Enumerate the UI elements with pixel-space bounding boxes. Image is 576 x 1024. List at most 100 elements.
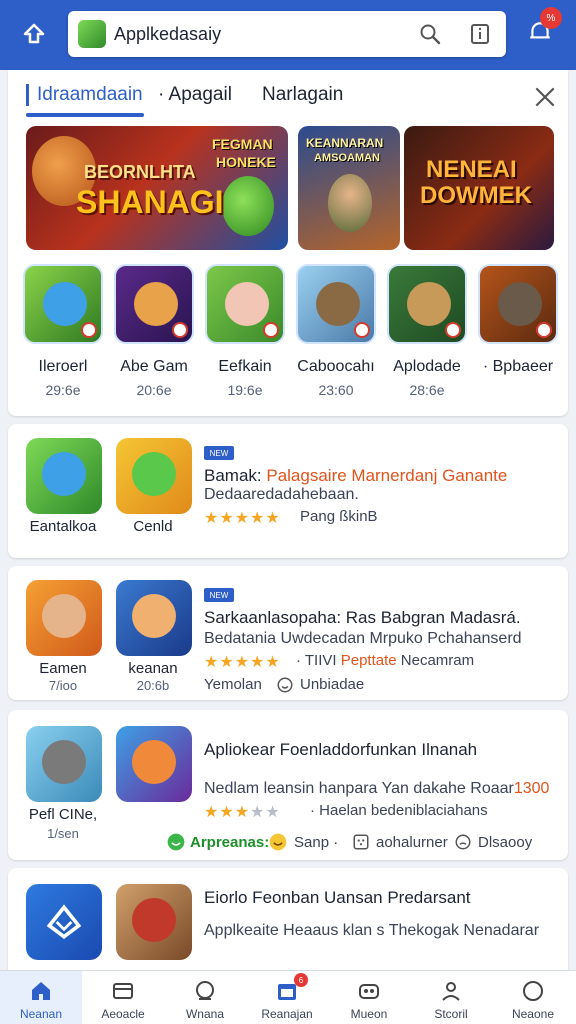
close-icon[interactable]: [532, 84, 558, 110]
banner-3-line-1: NENEAI: [426, 156, 517, 183]
meta-suffix: Necamram: [396, 652, 475, 669]
featured-game[interactable]: Abe Gam 20:6e: [109, 264, 199, 398]
chip-4[interactable]: Dlsaooy: [478, 834, 532, 851]
chip-2[interactable]: Sanp ·: [294, 834, 338, 851]
app-icon: [26, 726, 102, 802]
top-bar: Applkedasaiy %: [0, 0, 576, 70]
chip-1[interactable]: Arpreanas:: [190, 834, 269, 851]
search-icon[interactable]: [418, 22, 442, 46]
app-list-card-4[interactable]: Eiorlo Feonban Uansan Predarsant Applkea…: [8, 868, 568, 978]
app-title: Eiorlo Feonban Uansan Predarsant: [204, 888, 471, 907]
app-icon: [26, 884, 102, 960]
game-size: 19:6e: [227, 382, 263, 398]
meta-prefix: · TIIVI: [296, 652, 341, 669]
app-sub: 20:6b: [136, 678, 170, 693]
game-size: 29:6e: [45, 382, 81, 398]
game-name: · Bpbaeer: [482, 358, 554, 375]
featured-game[interactable]: · Bpbaeer: [473, 264, 563, 382]
banner-2[interactable]: KEANNARAN AMSOAMAN: [298, 126, 400, 250]
app-label: Eamen: [39, 660, 87, 677]
grid-icon: [353, 834, 369, 850]
featured-game[interactable]: Ilerоеrl 29:6e: [18, 264, 108, 398]
nav-item-calendar[interactable]: 6 Reanajan: [246, 971, 328, 1024]
cactus-mascot-image: [222, 176, 274, 236]
app-icon: [26, 438, 102, 514]
game-size: 28:6e: [409, 382, 445, 398]
nav-label: Wnana: [185, 1007, 225, 1021]
game-thumbnail: [114, 264, 194, 344]
meta-highlight: Pepttate: [340, 652, 397, 669]
app-sub: 7/ioo: [48, 678, 78, 693]
banner-1[interactable]: BEORNLHTA SHANAGI FEGMAN HONEKE: [26, 126, 288, 250]
app-description: Dedaaredadahebaan.: [204, 486, 359, 503]
tab-2[interactable]: · Apagail: [158, 84, 232, 106]
banner-2-line-1: KEANNARAN: [306, 136, 384, 150]
new-tag: NEW: [204, 588, 234, 602]
category-tabs: Idraamdaain · Apagail Narlagain: [8, 82, 568, 118]
nav-item-chat[interactable]: Wnana: [164, 971, 246, 1024]
chip-3[interactable]: aohalurner: [376, 834, 448, 851]
game-thumbnail: [478, 264, 558, 344]
active-tab-indicator: [26, 113, 144, 117]
title-highlight: Palagsaire Marnerdanj Ganante: [266, 466, 508, 485]
search-bar[interactable]: Applkedasaiy: [68, 11, 506, 57]
nav-label: Aeoacle: [101, 1007, 145, 1021]
app-title: Apliokear Foenladdorfunkan Ilnanah: [204, 740, 478, 759]
game-icon: [359, 984, 379, 999]
nav-label: Neaone: [511, 1007, 555, 1021]
desc-prefix: Nedlam leansin hanpara Yan dakahe Roaar: [204, 780, 514, 797]
nav-label: Mueon: [350, 1007, 388, 1021]
rating-stars: ★★★★★: [204, 802, 281, 822]
app-list-card-1[interactable]: Eantalkoa Cenld NEW Bamak: Palagsaire Ma…: [8, 424, 568, 558]
home-icon: [32, 982, 50, 1000]
app-list-card-3[interactable]: Pefl CINe, 1/sen Apliokear Foenladdorfun…: [8, 710, 568, 860]
banner-3[interactable]: NENEAI DOWMEK: [404, 126, 554, 250]
search-input[interactable]: Applkedasaiy: [114, 24, 221, 45]
app-meta-2a: Yemolan: [204, 676, 262, 693]
emoji-icon: [269, 833, 287, 851]
desc-highlight: 1300: [513, 780, 550, 797]
nav-item-games[interactable]: Mueon: [328, 971, 410, 1024]
app-icon: [116, 438, 192, 514]
game-name: Abe Gam: [120, 358, 188, 375]
app-label: Pefl CINe,: [28, 806, 98, 823]
nav-item-home[interactable]: Neanan: [0, 971, 82, 1024]
app-label: Cenld: [133, 518, 173, 535]
nav-badge: 6: [294, 973, 308, 987]
store-logo-icon: [46, 904, 82, 939]
featured-game[interactable]: Caboocahı 23:60: [291, 264, 381, 398]
app-label: keanan: [128, 660, 178, 677]
banner-1-line-2: SHANAGI: [76, 184, 224, 220]
tab-3[interactable]: Narlagain: [262, 84, 343, 106]
back-button[interactable]: [14, 14, 54, 54]
stars-full: ★★★: [204, 804, 251, 821]
back-icon: [23, 23, 45, 44]
person-icon: [442, 982, 460, 1001]
rating-stars: ★★★★★: [204, 654, 281, 671]
stars-empty: ★★: [250, 804, 281, 821]
app-sub: 1/sen: [47, 826, 79, 841]
app-title: Sarkaanlasopaha: Ras Babgran Madasrá.: [204, 608, 521, 627]
soldier-image: [328, 174, 372, 232]
app-title: Bamak: Palagsaire Marnerdanj Ganante: [204, 466, 507, 486]
game-thumbnail: [387, 264, 467, 344]
banner-1-line-3: FEGMAN: [212, 136, 273, 152]
featured-game[interactable]: Eefkain 19:6e: [200, 264, 290, 398]
app-list-card-2[interactable]: Eamen keanan 7/ioo 20:6b NEW Sarkaanlaso…: [8, 566, 568, 700]
featured-game[interactable]: Aplodade 28:6e: [382, 264, 472, 398]
nav-item-card[interactable]: Aeoacle: [82, 971, 164, 1024]
nav-item-more[interactable]: Neaone: [492, 971, 574, 1024]
app-icon: [116, 726, 192, 802]
app-meta: · TIIVI Pepttate Necamram: [296, 652, 474, 669]
banner-1-line-1: BEORNLHTA: [84, 162, 196, 182]
app-meta: Pang ßkinB: [300, 508, 378, 525]
tab-1[interactable]: Idraamdaain: [26, 84, 143, 106]
game-name: Eefkain: [218, 358, 272, 375]
app-thumbnail-icon: [78, 20, 106, 48]
banner-3-line-2: DOWMEK: [420, 182, 532, 209]
app-icon: [116, 580, 192, 656]
app-meta-2b: Unbiadae: [300, 676, 365, 693]
nav-item-profile[interactable]: Stcoril: [410, 971, 492, 1024]
nav-label: Neanan: [19, 1007, 63, 1021]
info-icon[interactable]: [468, 22, 492, 46]
